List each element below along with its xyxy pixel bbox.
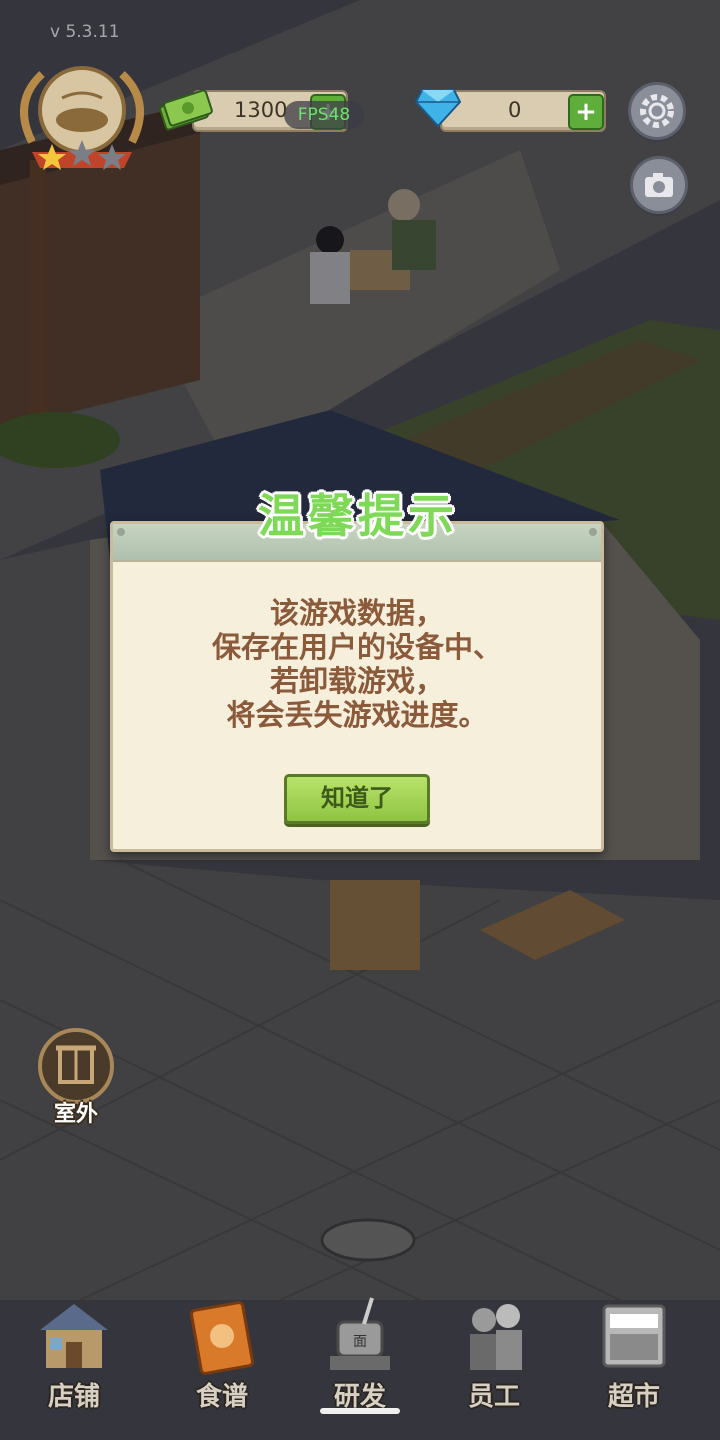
camera-button[interactable] [630, 156, 688, 214]
home-indicator[interactable] [320, 1408, 400, 1414]
nav-recipes-label: 食谱 [195, 1382, 248, 1412]
svg-text:面: 面 [353, 1334, 367, 1350]
nav-recipes[interactable]: 食谱 [152, 1290, 292, 1440]
confirm-button[interactable]: 知道了 [284, 774, 430, 824]
recipe-book-icon [189, 1301, 255, 1375]
nav-staff[interactable]: 员工 [424, 1290, 564, 1440]
settings-button[interactable] [628, 82, 686, 140]
rivet-left [117, 528, 125, 536]
dialog-line: 保存在用户的设备中、 [211, 630, 502, 664]
nav-shop-label: 店铺 [47, 1382, 100, 1412]
diamond-icon [414, 89, 462, 128]
door-icon [56, 1045, 96, 1084]
staff-icon [470, 1304, 522, 1370]
dialog-line: 将会丢失游戏进度。 [226, 698, 488, 732]
add-gems-button[interactable]: + [568, 94, 604, 130]
dialog-line: 若卸载游戏， [269, 664, 444, 698]
bottom-nav: 店铺 食谱 面 研发 员工 超市 [0, 1290, 720, 1440]
camera-icon [645, 173, 673, 197]
outdoor-label: 室外 [53, 1102, 98, 1127]
shop-icon [40, 1304, 108, 1368]
version-label: v 5.3.11 [50, 22, 120, 42]
gear-icon [640, 94, 674, 128]
nav-shop[interactable]: 店铺 [4, 1290, 144, 1440]
outdoor-button[interactable] [36, 1026, 116, 1106]
cash-value: 1300 [234, 98, 288, 122]
gem-value: 0 [508, 98, 522, 122]
dialog-title: 温馨提示 [258, 489, 458, 543]
dialog-line: 该游戏数据， [269, 596, 444, 630]
nav-supermarket[interactable]: 超市 [564, 1290, 704, 1440]
nav-supermarket-label: 超市 [607, 1382, 660, 1412]
fps-counter: FPS48 [284, 101, 364, 129]
restaurant-rank-logo [20, 66, 144, 170]
supermarket-icon [602, 1304, 666, 1368]
gem-bar: 0 + [440, 90, 606, 132]
rivet-right [589, 528, 597, 536]
cooking-pot-icon: 面 [330, 1297, 390, 1370]
dialog-message: 该游戏数据， 保存在用户的设备中、 若卸载游戏， 将会丢失游戏进度。 [113, 596, 601, 732]
nav-staff-label: 员工 [467, 1382, 520, 1412]
notice-dialog: 温馨提示 该游戏数据， 保存在用户的设备中、 若卸载游戏， 将会丢失游戏进度。 … [110, 489, 604, 852]
money-stack-icon [159, 89, 213, 131]
nav-research[interactable]: 面 研发 [290, 1290, 430, 1440]
